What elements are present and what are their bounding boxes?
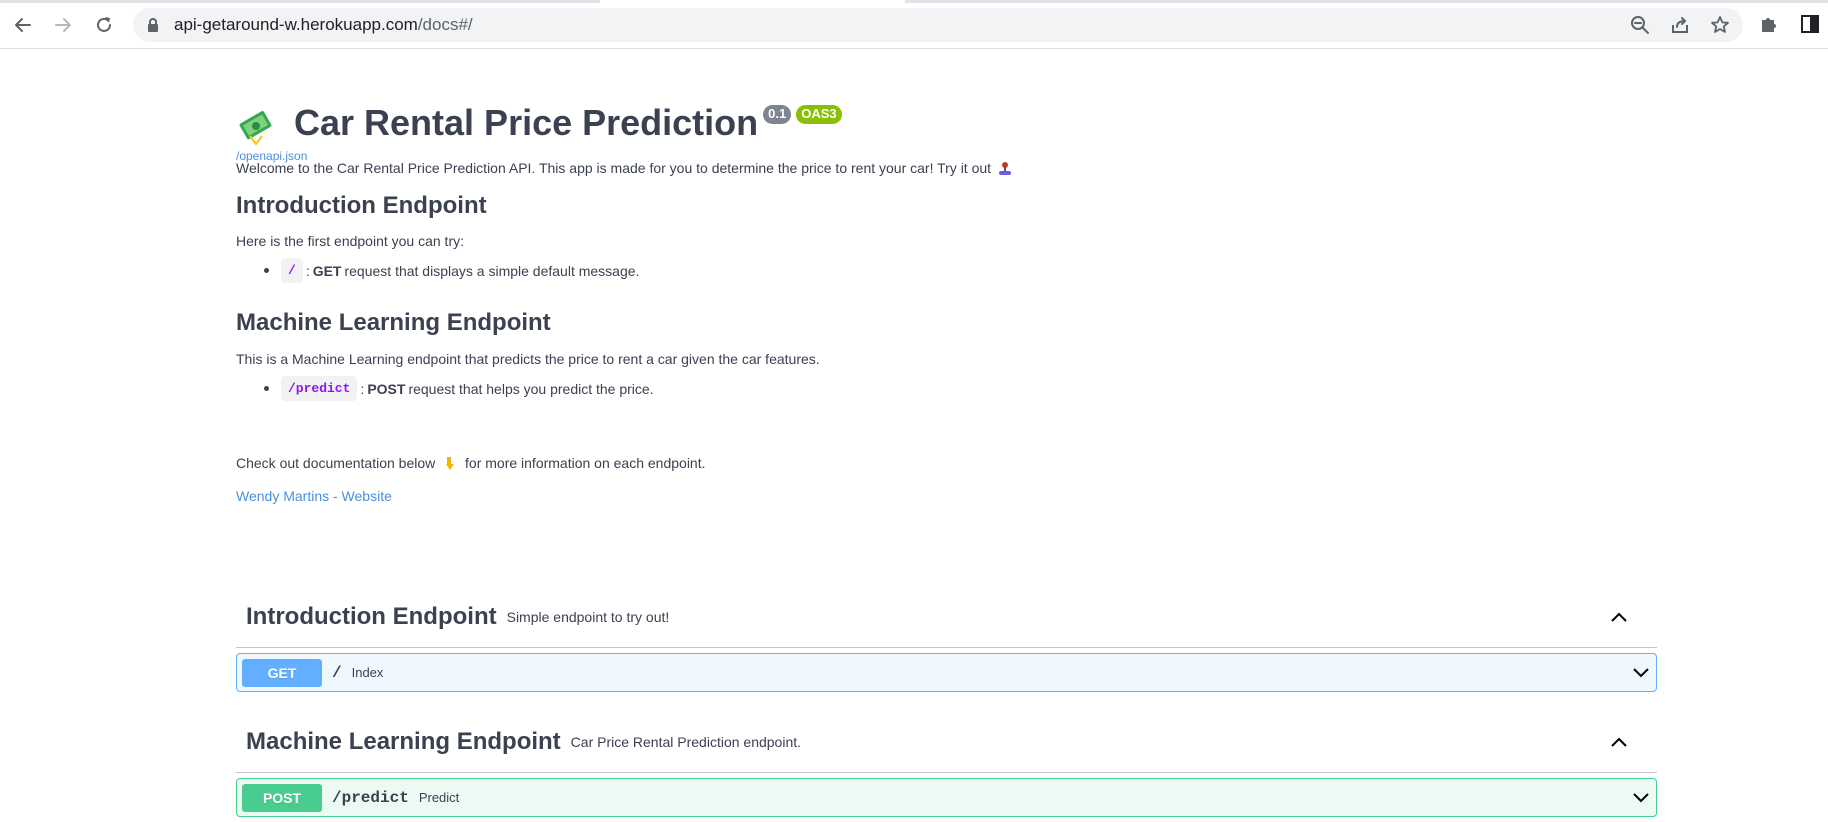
intro-bullet-text: request that displays a simple default m… — [344, 262, 640, 279]
ml-text: This is a Machine Learning endpoint that… — [236, 351, 820, 367]
oas-badge: OAS3 — [796, 105, 842, 124]
api-title: Car Rental Price Prediction — [294, 102, 759, 143]
active-tab[interactable] — [600, 0, 905, 3]
tag-header-machine-learning[interactable]: Machine Learning Endpoint Car Price Rent… — [236, 711, 1657, 773]
tag-section-machine-learning: Machine Learning Endpoint Car Price Rent… — [236, 711, 1657, 817]
chevron-down-icon[interactable] — [1631, 788, 1651, 808]
tag-description: Simple endpoint to try out! — [506, 608, 670, 625]
puzzle-icon[interactable] — [1759, 14, 1779, 34]
arrow-left-icon — [15, 18, 31, 32]
reload-button[interactable] — [90, 11, 118, 39]
intro-text: Here is the first endpoint you can try: — [236, 233, 464, 249]
tag-name: Machine Learning Endpoint — [246, 727, 561, 755]
ml-bullet-text: request that helps you predict the price… — [408, 380, 654, 397]
operation-post-predict[interactable]: POST /predict Predict — [236, 778, 1657, 817]
intro-heading: Introduction Endpoint — [236, 192, 487, 219]
operation-path: /predict — [332, 788, 409, 807]
version-badge: 0.1 — [763, 105, 792, 124]
chevron-up-icon[interactable] — [1609, 607, 1629, 627]
browser-toolbar: api-getaround-w.herokuapp.com/docs#/ — [0, 0, 1828, 49]
url-host: api-getaround-w.herokuapp.com — [174, 15, 418, 34]
welcome-text-row: Welcome to the Car Rental Price Predicti… — [236, 160, 1012, 176]
checkout-text-row: Check out documentation below for more i… — [236, 455, 706, 471]
arrow-right-icon — [55, 18, 71, 32]
method-badge-get: GET — [242, 658, 322, 687]
side-panel-icon[interactable] — [1800, 14, 1820, 34]
star-icon[interactable] — [1710, 15, 1730, 35]
welcome-text: Welcome to the Car Rental Price Predicti… — [236, 160, 992, 176]
chevron-down-icon[interactable] — [1631, 663, 1651, 683]
bullet-dot — [264, 268, 269, 273]
lock-icon[interactable] — [146, 17, 160, 33]
intro-bullet: / : GET request that displays a simple d… — [264, 258, 639, 283]
url-text[interactable]: api-getaround-w.herokuapp.com/docs#/ — [174, 16, 473, 34]
url-path: /docs#/ — [417, 15, 473, 34]
intro-bullet-method: GET — [312, 262, 342, 279]
ml-bullet-sep: : — [360, 380, 365, 397]
operation-summary: Index — [351, 665, 384, 680]
tag-header-introduction[interactable]: Introduction Endpoint Simple endpoint to… — [236, 586, 1657, 648]
author-website-link[interactable]: Wendy Martins - Website — [236, 488, 392, 504]
ml-bullet-method: POST — [367, 380, 406, 397]
ml-bullet: /predict : POST request that helps you p… — [264, 376, 654, 401]
intro-bullet-code: / — [281, 258, 303, 283]
money-icon — [239, 111, 272, 146]
ml-heading: Machine Learning Endpoint — [236, 309, 551, 336]
tag-description: Car Price Rental Prediction endpoint. — [570, 733, 802, 750]
api-title-row: Car Rental Price Prediction 0.1 OAS3 — [236, 102, 842, 146]
chevron-up-icon[interactable] — [1609, 732, 1629, 752]
operation-summary: Predict — [418, 790, 460, 805]
checkout-text-before: Check out documentation below — [236, 455, 436, 471]
operation-get-index[interactable]: GET / Index — [236, 653, 1657, 692]
joystick-icon — [998, 162, 1011, 175]
pointing-down-icon — [446, 457, 455, 470]
tab-strip — [0, 0, 1828, 3]
bullet-dot — [264, 386, 269, 391]
tag-name: Introduction Endpoint — [246, 602, 497, 630]
operation-path: / — [332, 663, 342, 682]
forward-button[interactable] — [49, 11, 77, 39]
ml-bullet-code: /predict — [281, 376, 358, 401]
share-icon[interactable] — [1670, 15, 1690, 35]
intro-bullet-sep: : — [305, 262, 310, 279]
method-badge-post: POST — [242, 783, 322, 812]
reload-icon — [97, 17, 111, 32]
checkout-text-after: for more information on each endpoint. — [465, 455, 706, 471]
tag-section-introduction: Introduction Endpoint Simple endpoint to… — [236, 586, 1657, 692]
zoom-out-icon[interactable] — [1630, 15, 1650, 35]
back-button[interactable] — [9, 11, 37, 39]
address-bar[interactable]: api-getaround-w.herokuapp.com/docs#/ — [133, 8, 1743, 42]
